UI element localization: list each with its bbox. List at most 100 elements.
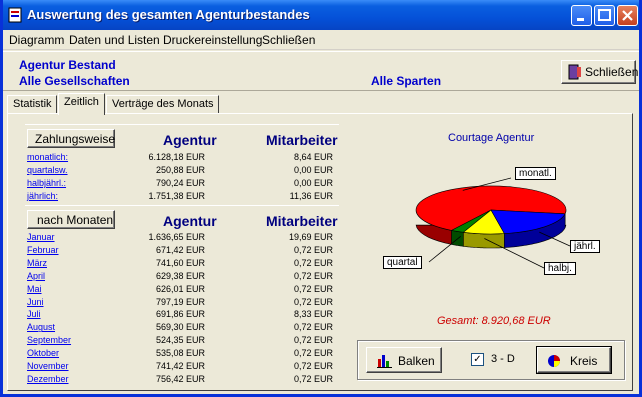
minimize-button[interactable]	[571, 5, 592, 26]
minimize-icon	[577, 18, 584, 21]
payment-col-mitarbeiter: Mitarbeiter	[266, 132, 338, 148]
row-label-link[interactable]: monatlich:	[27, 152, 68, 162]
menu-bar: Diagramm Daten und Listen Druckereinstel…	[3, 30, 639, 50]
pie-chart	[415, 177, 571, 269]
three-d-checkbox[interactable]: ✓	[471, 353, 484, 366]
row-mitarbeiter-value: 0,72 EUR	[293, 270, 333, 281]
header-alle-gesellschaften: Alle Gesellschaften	[19, 74, 130, 88]
row-agentur-value: 250,88 EUR	[155, 165, 205, 175]
months-col-mitarbeiter: Mitarbeiter	[266, 213, 338, 229]
checkmark-icon: ✓	[473, 354, 482, 365]
nach-monaten-button-label: nach Monaten	[37, 213, 114, 227]
row-mitarbeiter-value: 0,72 EUR	[293, 348, 333, 359]
zahlungsweise-button[interactable]: Zahlungsweise	[27, 129, 115, 148]
menu-diagramm[interactable]: Diagramm	[9, 33, 64, 47]
row-mitarbeiter-value: 0,72 EUR	[293, 244, 333, 255]
row-agentur-value: 1.751,38 EUR	[148, 191, 205, 201]
header-alle-sparten: Alle Sparten	[371, 74, 442, 88]
window-title: Auswertung des gesamten Agenturbestandes	[27, 7, 310, 22]
row-label-link[interactable]: August	[27, 322, 55, 332]
menu-druckereinstellung[interactable]: Druckereinstellung	[163, 33, 262, 47]
row-mitarbeiter-value: 0,00 EUR	[293, 178, 333, 188]
row-mitarbeiter-value: 0,72 EUR	[293, 361, 333, 371]
pie-label-jährl.: jährl.	[570, 240, 600, 253]
row-agentur-value: 671,42 EUR	[155, 244, 205, 255]
row-agentur-value: 1.636,65 EUR	[148, 232, 205, 242]
kreis-button-label: Kreis	[570, 354, 598, 368]
tab-vertraege-des-monats[interactable]: Verträge des Monats	[106, 95, 219, 114]
pie-label-halbj.: halbj.	[544, 262, 576, 275]
row-label-link[interactable]: September	[27, 335, 71, 345]
header-agentur-bestand: Agentur Bestand	[19, 58, 116, 72]
tab-statistik[interactable]: Statistik	[7, 95, 57, 114]
row-agentur-value: 535,08 EUR	[155, 348, 205, 359]
header-panel: Agentur Bestand Alle Gesellschaften Alle…	[3, 51, 639, 91]
row-label-link[interactable]: Oktober	[27, 348, 59, 358]
row-label-link[interactable]: Dezember	[27, 374, 69, 384]
row-mitarbeiter-value: 0,72 EUR	[293, 283, 333, 294]
gesamt-total: Gesamt: 8.920,68 EUR	[437, 315, 551, 327]
row-label-link[interactable]: März	[27, 258, 47, 268]
zahlungsweise-button-label: Zahlungsweise	[35, 132, 116, 146]
row-agentur-value: 524,35 EUR	[155, 335, 205, 346]
row-mitarbeiter-value: 0,72 EUR	[293, 373, 333, 384]
row-label-link[interactable]: Juli	[27, 309, 41, 319]
row-agentur-value: 691,86 EUR	[155, 309, 205, 320]
row-label-link[interactable]: April	[27, 271, 45, 281]
balken-button[interactable]: Balken	[366, 347, 442, 373]
close-icon	[622, 10, 633, 21]
row-agentur-value: 797,19 EUR	[155, 296, 205, 307]
menu-daten-und-listen[interactable]: Daten und Listen	[69, 33, 160, 47]
row-label-link[interactable]: quartalsw.	[27, 165, 68, 175]
schliessen-button[interactable]: Schließen	[561, 60, 639, 84]
schliessen-button-label: Schließen	[585, 65, 639, 79]
nach-monaten-button[interactable]: nach Monaten	[27, 210, 115, 229]
row-label-link[interactable]: Februar	[27, 245, 59, 255]
app-icon	[8, 7, 22, 23]
row-agentur-value: 741,42 EUR	[155, 361, 205, 371]
row-label-link[interactable]: November	[27, 361, 69, 371]
row-mitarbeiter-value: 0,72 EUR	[293, 257, 333, 268]
months-group-line	[25, 205, 339, 206]
row-mitarbeiter-value: 8,64 EUR	[293, 152, 333, 162]
title-bar[interactable]: Auswertung des gesamten Agenturbestandes	[3, 0, 639, 30]
row-mitarbeiter-value: 0,72 EUR	[293, 322, 333, 333]
row-agentur-value: 741,60 EUR	[155, 257, 205, 268]
main-window: Auswertung des gesamten Agenturbestandes…	[0, 0, 642, 397]
menu-schliessen[interactable]: Schließen	[262, 33, 315, 47]
row-mitarbeiter-value: 11,36 EUR	[289, 191, 333, 201]
row-label-link[interactable]: jährlich:	[27, 191, 58, 201]
row-mitarbeiter-value: 8,33 EUR	[293, 309, 333, 320]
maximize-button[interactable]	[594, 5, 615, 26]
pie-slice-side-quartal	[451, 229, 464, 247]
exit-door-icon	[568, 64, 581, 80]
row-mitarbeiter-value: 0,72 EUR	[293, 335, 333, 346]
maximize-icon	[598, 9, 611, 21]
row-agentur-value: 626,01 EUR	[155, 283, 205, 294]
row-label-link[interactable]: Mai	[27, 284, 42, 294]
row-label-link[interactable]: Juni	[27, 297, 44, 307]
chart-title: Courtage Agentur	[448, 132, 535, 144]
kreis-button[interactable]: Kreis	[536, 346, 612, 374]
pie-chart-icon	[548, 355, 560, 367]
tab-zeitlich[interactable]: Zeitlich	[58, 93, 105, 115]
bar-chart-icon	[377, 355, 392, 368]
pie-label-monatl.: monatl.	[515, 167, 556, 180]
row-label-link[interactable]: halbjährl.:	[27, 178, 66, 188]
row-mitarbeiter-value: 19,69 EUR	[288, 232, 333, 242]
balken-button-label: Balken	[398, 354, 435, 368]
row-agentur-value: 790,24 EUR	[155, 178, 205, 188]
row-mitarbeiter-value: 0,72 EUR	[293, 296, 333, 307]
close-window-button[interactable]	[617, 5, 638, 26]
pie-label-quartal: quartal	[383, 256, 422, 269]
row-mitarbeiter-value: 0,00 EUR	[293, 165, 333, 175]
row-agentur-value: 6.128,18 EUR	[148, 152, 205, 162]
row-agentur-value: 569,30 EUR	[155, 322, 205, 333]
payment-group-line	[25, 124, 339, 125]
months-col-agentur: Agentur	[163, 213, 217, 229]
payment-col-agentur: Agentur	[163, 132, 217, 148]
row-agentur-value: 629,38 EUR	[155, 270, 205, 281]
three-d-label: 3 - D	[491, 353, 515, 365]
row-label-link[interactable]: Januar	[27, 232, 55, 242]
row-agentur-value: 756,42 EUR	[155, 373, 205, 384]
